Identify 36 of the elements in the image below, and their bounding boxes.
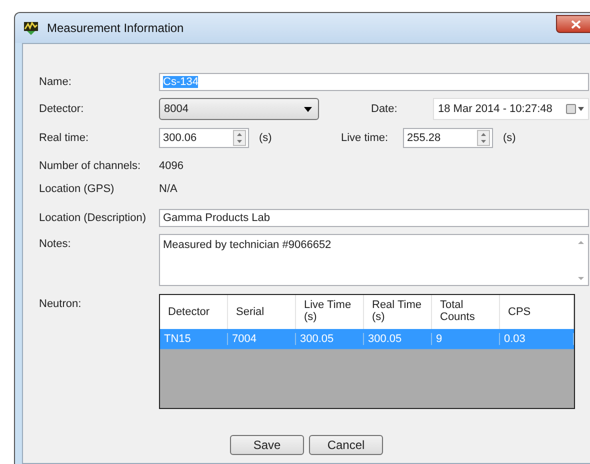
field-label: Name: <box>39 76 72 88</box>
save-button[interactable]: Save <box>230 435 304 455</box>
table-cell: 300.05 <box>364 333 432 345</box>
table-cell: 7004 <box>228 333 296 345</box>
real-time-spinner[interactable]: 300.06 <box>159 128 249 148</box>
table-cell: 300.05 <box>296 333 364 345</box>
cancel-button[interactable]: Cancel <box>309 435 383 455</box>
field-label: Date: <box>371 103 398 115</box>
spinner-arrows-icon <box>233 130 246 146</box>
field-label: Location (GPS) <box>39 183 116 195</box>
close-icon <box>571 20 581 28</box>
table-cell: TN15 <box>160 333 228 345</box>
gps-value: N/A <box>159 183 178 195</box>
date-picker[interactable]: 18 Mar 2014 - 10:27:48 <box>433 98 589 120</box>
detector-dropdown[interactable]: 8004 <box>159 98 319 120</box>
close-button[interactable] <box>556 15 590 33</box>
field-label: Location (Description) <box>39 212 147 224</box>
channels-value: 4096 <box>159 160 184 172</box>
location-field[interactable]: Gamma Products Lab <box>159 209 589 227</box>
calendar-dropdown-icon <box>566 104 584 114</box>
field-label: Real time: <box>39 132 90 144</box>
dropdown-arrow-icon <box>304 106 312 112</box>
field-label: Notes: <box>39 237 72 250</box>
spinner-arrows-icon <box>477 130 490 146</box>
unit-label: (s) <box>259 132 273 144</box>
window-title: Measurement Information <box>47 21 184 35</box>
field-label: Neutron: <box>39 297 82 310</box>
table-cell: 0.03 <box>500 333 574 345</box>
field-label: Live time: <box>341 132 390 144</box>
app-icon <box>23 20 39 36</box>
table-cell: 9 <box>432 333 500 345</box>
field-label: Number of channels: <box>39 160 142 172</box>
field-label: Detector: <box>39 103 85 115</box>
notes-textarea[interactable]: Measured by technician #9066652 <box>159 234 589 286</box>
live-time-spinner[interactable]: 255.28 <box>403 128 493 148</box>
unit-label: (s) <box>503 132 517 144</box>
